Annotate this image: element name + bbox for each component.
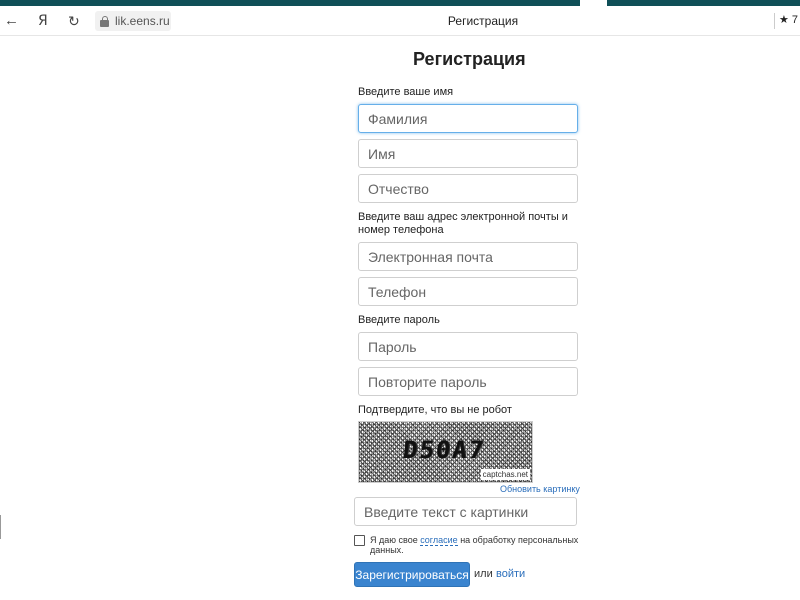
phone-input[interactable]	[358, 277, 578, 306]
password-input[interactable]	[358, 332, 578, 361]
browser-toolbar: ← Я ↻ lik.eens.ru Регистрация ★ 7 с	[0, 6, 800, 36]
captcha-section-label: Подтвердите, что вы не робот	[358, 404, 512, 416]
consent-text-before: Я даю свое	[370, 535, 421, 545]
captcha-input[interactable]	[354, 497, 577, 526]
reload-icon[interactable]: ↻	[68, 13, 80, 29]
patronymic-input[interactable]	[358, 174, 578, 203]
consent-checkbox[interactable]	[354, 535, 365, 546]
password-section-label: Введите пароль	[358, 314, 440, 326]
captcha-brand: captchas.net	[480, 469, 530, 480]
email-input[interactable]	[358, 242, 578, 271]
toolbar-divider	[774, 13, 775, 29]
password-repeat-input[interactable]	[358, 367, 578, 396]
left-edge-mark	[0, 515, 1, 539]
or-text: или	[474, 568, 493, 580]
consent-link[interactable]: согласие	[420, 535, 458, 546]
firstname-input[interactable]	[358, 139, 578, 168]
contact-section-label: Введите ваш адрес электронной почты и но…	[358, 211, 568, 236]
address-bar[interactable]: lik.eens.ru	[95, 11, 171, 31]
captcha-code: D50A7	[401, 436, 487, 464]
bookmark-button[interactable]: ★ 7 с	[779, 13, 800, 26]
consent-text: Я даю свое согласие на обработку персона…	[370, 535, 585, 555]
url-text: lik.eens.ru	[115, 14, 170, 28]
arrow-left-icon[interactable]: ←	[4, 13, 19, 29]
page-title: Регистрация	[413, 49, 526, 69]
register-button[interactable]: Зарегистрироваться	[354, 562, 470, 587]
login-link[interactable]: войти	[496, 568, 525, 580]
refresh-captcha-link[interactable]: Обновить картинку	[500, 484, 580, 494]
name-section-label: Введите ваше имя	[358, 86, 454, 98]
surname-input[interactable]	[358, 104, 578, 133]
lock-icon	[100, 16, 109, 27]
captcha-image: D50A7 captchas.net	[358, 421, 533, 483]
yandex-icon[interactable]: Я	[38, 13, 48, 29]
